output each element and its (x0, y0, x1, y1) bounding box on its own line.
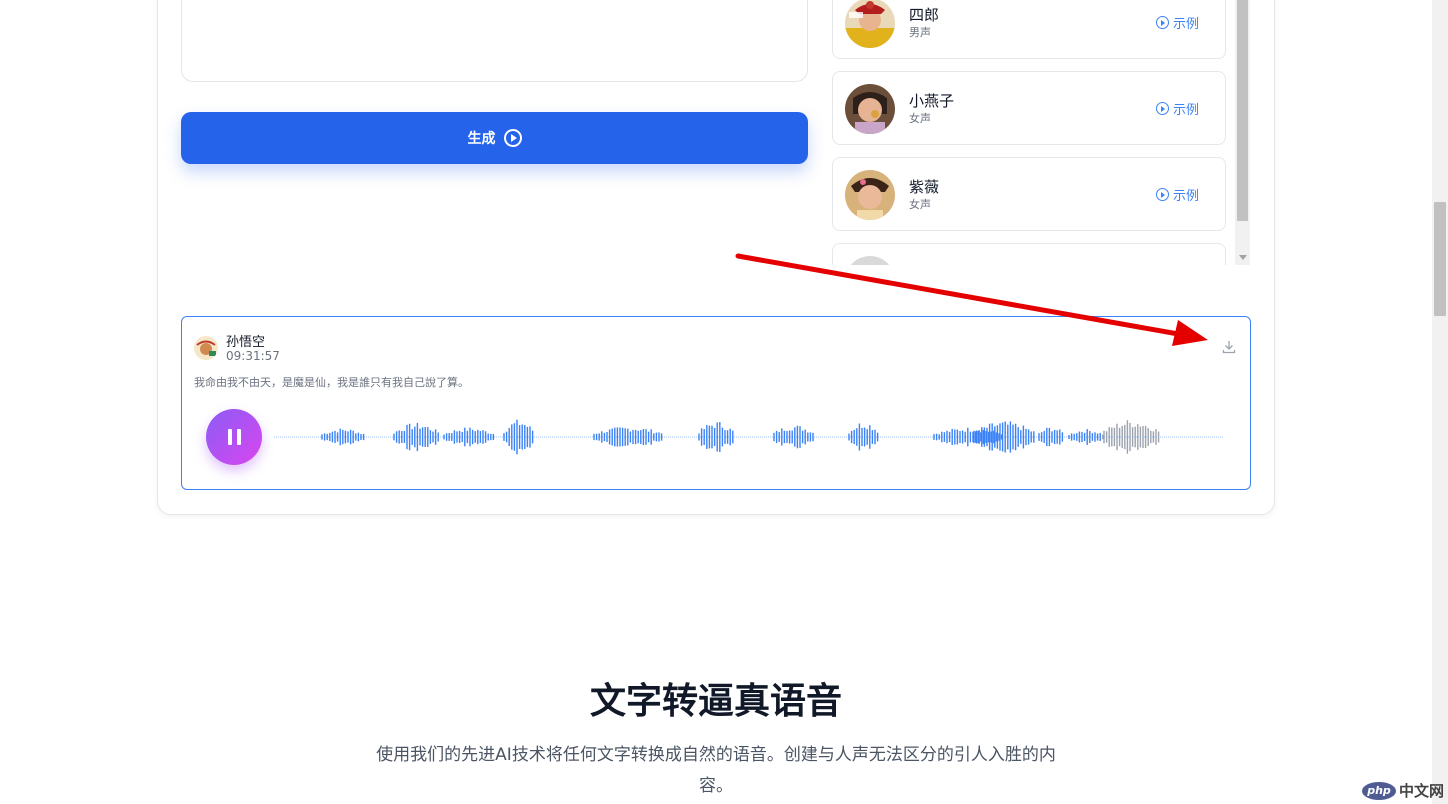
voice-avatar (845, 170, 895, 220)
sample-button[interactable]: 示例 (1155, 99, 1199, 118)
watermark: php 中文网 (1362, 780, 1444, 801)
text-input[interactable] (181, 0, 808, 82)
audio-player: 孙悟空 09:31:57 我命由我不由天，是魔是仙，我是誰只有我自己說了算。 (181, 316, 1251, 490)
player-voice-name: 孙悟空 (226, 335, 266, 350)
waveform[interactable] (274, 417, 1224, 457)
voice-card-xiaoyanzi[interactable]: 小燕子 女声 示例 (832, 71, 1226, 145)
voice-card-ziwei[interactable]: 紫薇 女声 示例 (832, 157, 1226, 231)
voice-gender: 女声 (909, 198, 931, 211)
generate-label: 生成 (467, 131, 496, 147)
voice-card-partial[interactable] (832, 243, 1226, 265)
sample-button[interactable]: 示例 (1155, 13, 1199, 32)
sample-label: 示例 (1172, 103, 1199, 118)
play-circle-icon (1155, 16, 1169, 29)
voice-avatar (845, 256, 895, 265)
voice-name: 紫薇 (909, 178, 940, 196)
voice-gender: 女声 (909, 112, 931, 125)
voice-name: 四郎 (909, 6, 940, 24)
scroll-down-arrow-icon[interactable] (1239, 255, 1247, 260)
voice-avatar (845, 0, 895, 48)
voice-list-scroll-thumb[interactable] (1237, 0, 1248, 221)
player-text: 我命由我不由天，是魔是仙，我是誰只有我自己說了算。 (194, 376, 469, 389)
section-title: 文字转逼真语音 (589, 681, 842, 722)
voice-card-silang[interactable]: 四郎 男声 示例 (832, 0, 1226, 59)
page-scrollbar[interactable] (1432, 0, 1448, 804)
page-scroll-thumb[interactable] (1434, 202, 1446, 316)
pause-button[interactable] (206, 409, 262, 465)
play-circle-icon (1155, 188, 1169, 201)
download-icon[interactable] (1222, 339, 1236, 354)
voice-list: 四郎 男声 示例 小燕子 女声 示例 紫薇 女声 示例 (832, 0, 1250, 265)
section-subtitle: 使用我们的先进AI技术将任何文字转换成自然的语音。创建与人声无法区分的引人入胜的… (376, 745, 1056, 796)
page: 生成 四郎 男声 示例 小燕子 女声 示例 紫薇 女声 示例 孙悟空 09:31… (0, 0, 1448, 804)
voice-name: 小燕子 (909, 92, 955, 110)
watermark-badge: php (1362, 781, 1396, 800)
generate-button[interactable]: 生成 (181, 112, 808, 164)
voice-avatar (845, 84, 895, 134)
pause-icon (227, 429, 232, 445)
player-timestamp: 09:31:57 (226, 349, 280, 363)
voice-gender: 男声 (909, 26, 931, 39)
watermark-text: 中文网 (1399, 782, 1445, 800)
sample-label: 示例 (1172, 17, 1199, 32)
play-circle-icon (1155, 102, 1169, 115)
player-avatar (194, 336, 218, 360)
sample-label: 示例 (1172, 189, 1199, 204)
sample-button[interactable]: 示例 (1155, 185, 1199, 204)
play-circle-icon (503, 129, 522, 147)
